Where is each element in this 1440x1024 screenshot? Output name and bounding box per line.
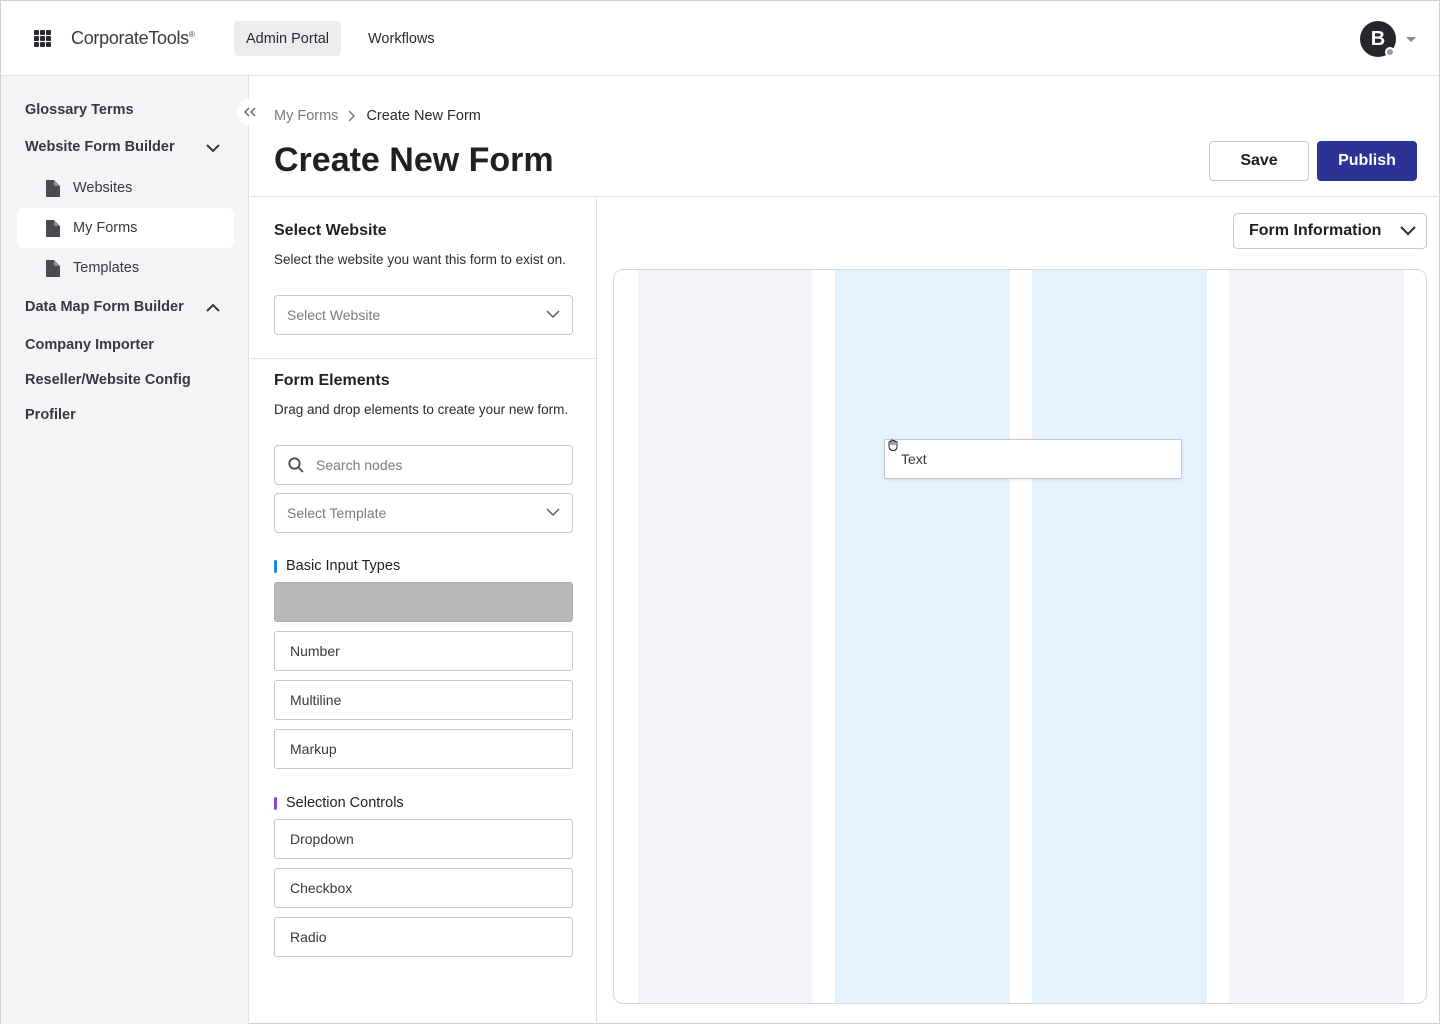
- chevron-up-icon[interactable]: [206, 303, 220, 313]
- group-label-basic-input-types: Basic Input Types: [274, 558, 400, 574]
- breadcrumb-link-my-forms[interactable]: My Forms: [274, 108, 338, 124]
- sidebar-item-company-importer[interactable]: Company Importer: [25, 337, 154, 353]
- search-nodes-input[interactable]: Search nodes: [274, 445, 573, 485]
- chevron-right-icon: [348, 110, 356, 122]
- group-label-text: Selection Controls: [286, 795, 404, 811]
- logo[interactable]: CorporateTools®: [71, 28, 195, 49]
- tab-admin-portal[interactable]: Admin Portal: [234, 21, 342, 56]
- grab-cursor-icon: [888, 439, 898, 452]
- element-multiline[interactable]: Multiline: [274, 680, 573, 720]
- sidebar-item-label: My Forms: [73, 220, 138, 236]
- tab-workflows[interactable]: Workflows: [356, 21, 447, 56]
- sidebar-item-my-forms[interactable]: My Forms: [17, 208, 234, 248]
- canvas-column[interactable]: [638, 270, 813, 1003]
- double-chevron-left-icon: [244, 107, 256, 117]
- breadcrumb: My Forms Create New Form: [274, 108, 481, 124]
- page-title: Create New Form: [274, 141, 554, 179]
- canvas-column-drop-target[interactable]: [1032, 270, 1207, 1003]
- group-label-selection-controls: Selection Controls: [274, 795, 404, 811]
- select-website-title: Select Website: [274, 222, 387, 239]
- collapse-sidebar-button[interactable]: [237, 99, 263, 125]
- sidebar-item-glossary-terms[interactable]: Glossary Terms: [25, 102, 134, 118]
- search-icon: [288, 457, 304, 473]
- group-color-bar: [274, 796, 277, 810]
- canvas-column-drop-target[interactable]: [835, 270, 1010, 1003]
- sidebar-item-label: Templates: [73, 260, 140, 276]
- element-drop-placeholder: [274, 582, 573, 622]
- document-icon: [45, 219, 60, 237]
- sidebar-item-website-form-builder[interactable]: Website Form Builder: [25, 139, 175, 155]
- select-website-dropdown[interactable]: Select Website: [274, 295, 573, 335]
- element-markup[interactable]: Markup: [274, 729, 573, 769]
- sidebar-item-templates[interactable]: Templates: [17, 248, 234, 288]
- breadcrumb-current: Create New Form: [366, 108, 481, 124]
- status-dot-icon: [1385, 47, 1395, 57]
- select-website-placeholder: Select Website: [287, 307, 381, 323]
- form-information-dropdown[interactable]: Form Information: [1233, 213, 1427, 249]
- form-canvas[interactable]: [613, 269, 1427, 1004]
- chevron-down-icon: [1400, 226, 1416, 236]
- element-number[interactable]: Number: [274, 631, 573, 671]
- caret-down-icon[interactable]: [1406, 37, 1416, 42]
- form-elements-description: Drag and drop elements to create your ne…: [274, 402, 569, 417]
- canvas-column[interactable]: [1229, 270, 1404, 1003]
- group-color-bar: [274, 559, 277, 573]
- document-icon: [45, 259, 60, 277]
- top-bar: CorporateTools® Admin Portal Workflows B: [1, 1, 1439, 76]
- chevron-down-icon: [546, 310, 560, 319]
- sidebar-item-reseller-website-config[interactable]: Reseller/Website Config: [25, 372, 191, 388]
- publish-button[interactable]: Publish: [1317, 141, 1417, 181]
- element-checkbox[interactable]: Checkbox: [274, 868, 573, 908]
- apps-grid-icon[interactable]: [34, 30, 51, 47]
- document-icon: [45, 179, 60, 197]
- select-website-description: Select the website you want this form to…: [274, 252, 566, 267]
- form-elements-title: Form Elements: [274, 372, 390, 389]
- chevron-down-icon: [546, 508, 560, 517]
- dragging-element-text[interactable]: Text: [884, 439, 1182, 479]
- search-placeholder: Search nodes: [316, 457, 403, 473]
- sidebar-item-profiler[interactable]: Profiler: [25, 407, 76, 423]
- sidebar-item-data-map-form-builder[interactable]: Data Map Form Builder: [25, 299, 184, 315]
- element-radio[interactable]: Radio: [274, 917, 573, 957]
- chevron-down-icon[interactable]: [206, 143, 220, 153]
- element-dropdown[interactable]: Dropdown: [274, 819, 573, 859]
- select-template-placeholder: Select Template: [287, 505, 387, 521]
- form-information-label: Form Information: [1249, 222, 1382, 239]
- save-button[interactable]: Save: [1209, 141, 1309, 181]
- sidebar-item-label: Websites: [73, 180, 133, 196]
- sidebar-item-websites[interactable]: Websites: [17, 168, 234, 208]
- select-template-dropdown[interactable]: Select Template: [274, 493, 573, 533]
- group-label-text: Basic Input Types: [286, 558, 401, 574]
- panel-divider: [250, 358, 597, 359]
